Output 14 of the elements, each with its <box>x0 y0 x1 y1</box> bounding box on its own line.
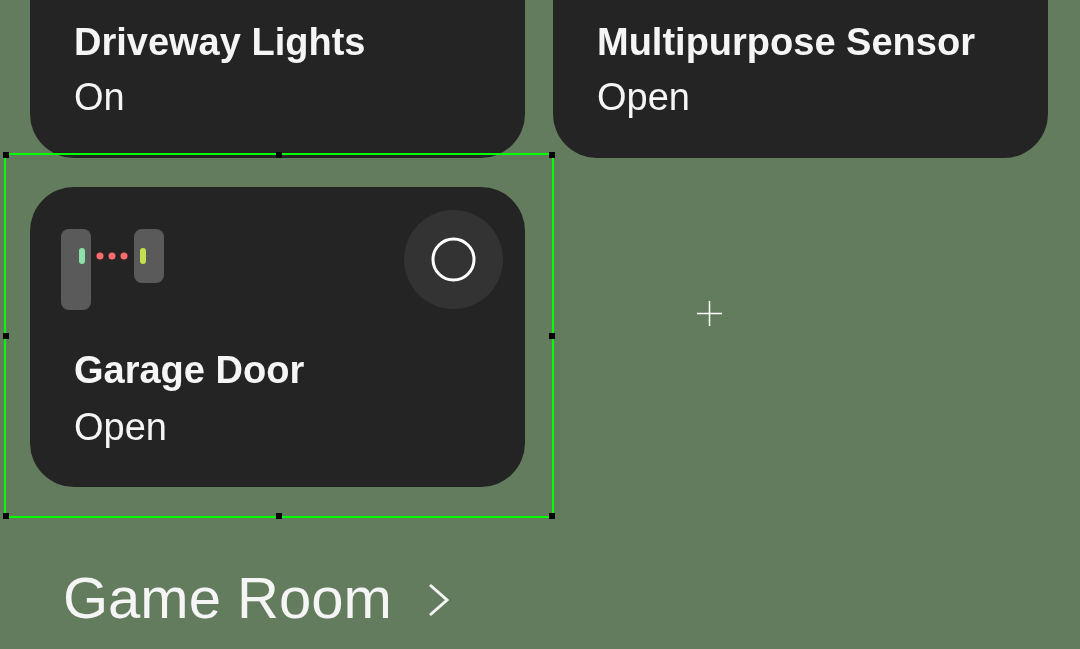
device-card[interactable]: Multipurpose Sensor Open <box>553 0 1048 158</box>
device-name: Garage Door <box>74 348 306 393</box>
device-name: Multipurpose Sensor <box>597 20 976 65</box>
device-name: Driveway Lights <box>74 20 367 65</box>
crosshair-cursor-icon <box>697 301 722 326</box>
device-card[interactable]: Garage Door Open <box>30 187 525 488</box>
device-card[interactable]: Driveway Lights On <box>30 0 525 158</box>
chevron-right-icon <box>427 583 450 617</box>
device-status: On <box>74 74 126 120</box>
room-header-link[interactable]: Game Room <box>63 563 450 633</box>
ring-icon <box>431 237 476 282</box>
contact-sensor-icon <box>61 229 164 310</box>
device-status: Open <box>74 404 168 450</box>
device-status: Open <box>597 74 691 120</box>
